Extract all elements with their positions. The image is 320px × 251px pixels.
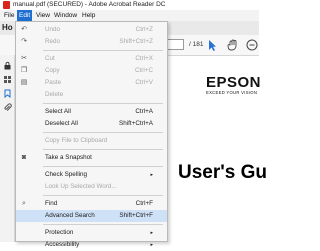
copy-icon: ❐ <box>20 67 28 74</box>
menu-item-accessibility[interactable]: Accessibility ▸ <box>16 239 167 251</box>
hand-tool-icon[interactable] <box>226 38 240 52</box>
menu-item-find[interactable]: ⌕ Find Ctrl+F <box>16 198 167 210</box>
menu-separator <box>43 195 163 196</box>
menu-help[interactable]: Help <box>80 10 97 21</box>
page-thumbnails-icon[interactable] <box>3 75 12 84</box>
title-bar: manual.pdf (SECURED) - Adobe Acrobat Rea… <box>0 0 259 10</box>
menu-item-advanced-search[interactable]: Advanced Search Shift+Ctrl+F <box>16 210 167 222</box>
menu-item-undo[interactable]: ↶ Undo Ctrl+Z <box>16 24 167 36</box>
menu-file[interactable]: File <box>2 10 16 21</box>
acrobat-icon <box>3 1 10 9</box>
left-navigation-rail <box>0 55 15 242</box>
tab-home[interactable]: Ho <box>2 21 13 35</box>
submenu-arrow-icon: ▸ <box>150 172 153 178</box>
menu-item-deselect-all[interactable]: Deselect All Shift+Ctrl+A <box>16 118 167 130</box>
paste-icon: ▤ <box>20 79 28 86</box>
zoom-out-icon[interactable] <box>245 38 259 52</box>
menu-item-check-spelling[interactable]: Check Spelling ▸ <box>16 169 167 181</box>
camera-icon: ◙ <box>21 154 27 161</box>
menu-edit[interactable]: Edit <box>17 10 33 21</box>
menu-separator <box>43 132 163 133</box>
submenu-arrow-icon: ▸ <box>150 230 153 236</box>
bookmark-icon[interactable] <box>3 89 12 98</box>
menu-bar: File Edit View Window Help <box>0 10 259 21</box>
menu-item-redo[interactable]: ↷ Redo Shift+Ctrl+Z <box>16 36 167 48</box>
find-icon: ⌕ <box>22 200 26 207</box>
menu-item-look-up-word[interactable]: Look Up Selected Word... <box>16 181 167 193</box>
menu-separator <box>43 224 163 225</box>
epson-tagline: EXCEED YOUR VISION <box>206 90 258 95</box>
cut-icon: ✂ <box>21 55 27 62</box>
menu-item-select-all[interactable]: Select All Ctrl+A <box>16 106 167 118</box>
menu-item-cut[interactable]: ✂ Cut Ctrl+X <box>16 53 167 65</box>
edit-menu-dropdown: ↶ Undo Ctrl+Z ↷ Redo Shift+Ctrl+Z ✂ Cut … <box>15 21 168 248</box>
menu-item-protection[interactable]: Protection ▸ <box>16 227 167 239</box>
menu-item-paste[interactable]: ▤ Paste Ctrl+V <box>16 77 167 89</box>
menu-view[interactable]: View <box>34 10 52 21</box>
undo-icon: ↶ <box>21 26 27 33</box>
menu-item-copy-file-to-clipboard[interactable]: Copy File to Clipboard <box>16 135 167 147</box>
redo-icon: ↷ <box>21 38 27 45</box>
menu-item-copy[interactable]: ❐ Copy Ctrl+C <box>16 65 167 77</box>
epson-logo: EPSON <box>206 74 262 91</box>
menu-separator <box>43 149 163 150</box>
menu-separator <box>43 166 163 167</box>
lock-icon[interactable] <box>3 61 12 70</box>
menu-window[interactable]: Window <box>52 10 79 21</box>
attachment-icon[interactable] <box>3 103 12 112</box>
submenu-arrow-icon: ▸ <box>150 242 153 248</box>
page-count: / 181 <box>189 41 204 48</box>
menu-item-delete[interactable]: Delete <box>16 89 167 101</box>
menu-separator <box>43 103 163 104</box>
menu-separator <box>43 50 163 51</box>
document-heading: User's Gu <box>178 162 267 183</box>
select-cursor-icon[interactable] <box>205 38 219 52</box>
menu-item-take-snapshot[interactable]: ◙ Take a Snapshot <box>16 152 167 164</box>
window-title: manual.pdf (SECURED) - Adobe Acrobat Rea… <box>13 1 166 8</box>
